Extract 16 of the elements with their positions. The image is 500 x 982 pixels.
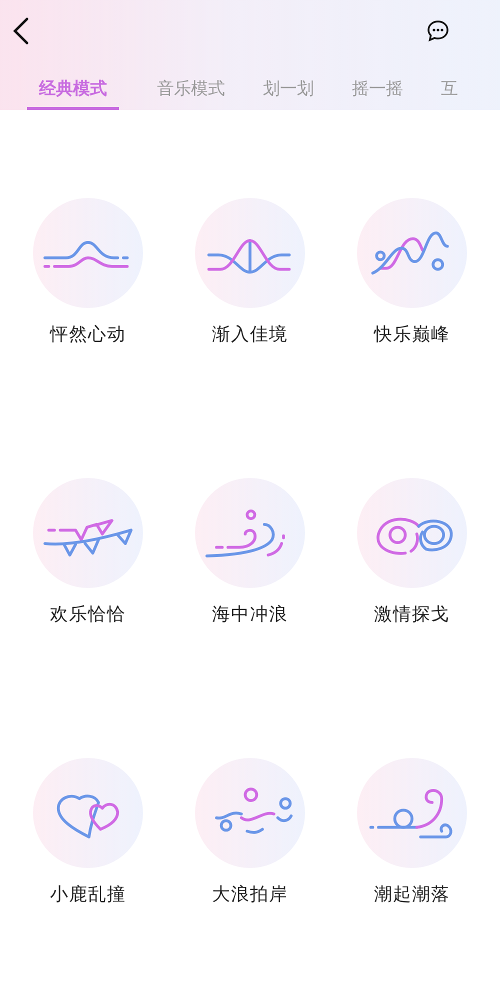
- mode-tab[interactable]: 摇一摇: [352, 62, 403, 110]
- mode-label: 潮起潮落: [374, 883, 450, 907]
- mode-tab[interactable]: 互: [441, 62, 458, 110]
- mode-label: 怦然心动: [50, 323, 126, 347]
- mode-label: 小鹿乱撞: [50, 883, 126, 907]
- mode-label: 渐入佳境: [212, 323, 288, 347]
- mode-tab[interactable]: 划一划: [263, 62, 314, 110]
- back-icon[interactable]: [12, 17, 30, 45]
- mode-label: 欢乐恰恰: [50, 603, 126, 627]
- mode-label: 海中冲浪: [212, 603, 288, 627]
- mode-label: 激情探戈: [374, 603, 450, 627]
- mode-tab[interactable]: 经典模式: [27, 62, 119, 110]
- mode-tab[interactable]: 音乐模式: [157, 62, 225, 110]
- chat-icon[interactable]: [426, 19, 450, 43]
- mode-label: 快乐巅峰: [374, 323, 450, 347]
- mode-label: 大浪拍岸: [212, 883, 288, 907]
